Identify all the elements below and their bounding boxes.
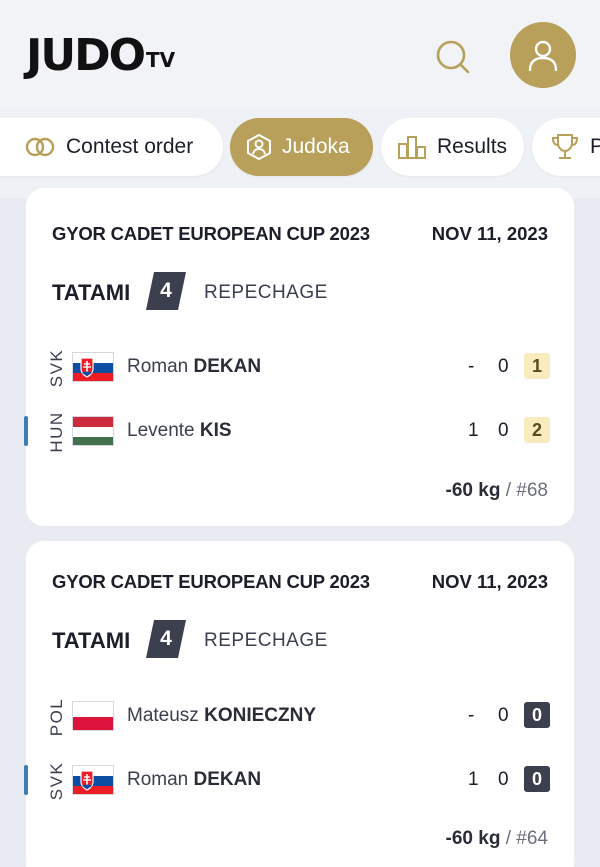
shido-badge: 1 xyxy=(524,353,550,379)
score-waza: 0 xyxy=(498,705,509,726)
tab-contest-order[interactable]: Contest order xyxy=(0,118,223,176)
event-name: GYOR CADET EUROPEAN CUP 2023 xyxy=(52,571,370,592)
contest-date: NOV 11, 2023 xyxy=(431,571,548,592)
rings-icon xyxy=(24,136,56,158)
weight-category: -60 kg / #68 xyxy=(445,480,548,501)
judoka-icon xyxy=(246,133,272,161)
tatami-label: TATAMI xyxy=(52,280,131,305)
tab-partial[interactable]: P xyxy=(532,118,600,176)
score-ippon: 1 xyxy=(468,420,479,441)
athlete-row: POL Mateusz KONIECZNY - 0 0 xyxy=(26,693,574,741)
contest-card[interactable]: GYOR CADET EUROPEAN CUP 2023 NOV 11, 202… xyxy=(24,541,574,867)
logo-text: JUDO xyxy=(26,30,146,81)
country-code: POL xyxy=(47,697,66,737)
tab-bar: Contest order Judoka Results P xyxy=(0,108,600,198)
athlete-row: SVK Roman DEKAN - 0 1 xyxy=(26,344,574,392)
tatami-number: 4 xyxy=(146,620,186,658)
round-label: REPECHAGE xyxy=(204,630,328,651)
tatami-label: TATAMI xyxy=(52,628,131,653)
contest-card[interactable]: GYOR CADET EUROPEAN CUP 2023 NOV 11, 202… xyxy=(24,188,574,526)
tab-judoka[interactable]: Judoka xyxy=(230,118,373,176)
score-ippon: - xyxy=(468,705,475,726)
score-ippon: - xyxy=(468,356,475,377)
winner-indicator xyxy=(24,416,28,446)
tatami-number: 4 xyxy=(146,272,186,310)
shido-badge: 0 xyxy=(524,766,550,792)
score-ippon: 1 xyxy=(468,769,479,790)
tab-label: Results xyxy=(437,135,508,158)
country-code: SVK xyxy=(47,348,66,388)
tab-label: Contest order xyxy=(66,135,194,158)
shido-badge: 0 xyxy=(524,702,550,728)
athlete-row-winner: HUN Levente KIS 1 0 2 xyxy=(24,408,574,456)
flag-pol-icon xyxy=(72,701,114,731)
search-icon xyxy=(436,40,470,74)
athlete-row-winner: SVK Roman DEKAN 1 0 0 xyxy=(24,757,574,805)
search-button[interactable] xyxy=(428,32,478,82)
contest-date: NOV 11, 2023 xyxy=(431,223,548,244)
tab-results[interactable]: Results xyxy=(381,118,524,176)
athlete-name[interactable]: Roman DEKAN xyxy=(127,769,261,791)
shido-badge: 2 xyxy=(524,417,550,443)
trophy-icon xyxy=(550,132,580,162)
app-header: JUDO TV xyxy=(0,0,600,108)
bar-chart-icon xyxy=(397,134,427,160)
judotv-logo[interactable]: JUDO TV xyxy=(26,30,175,82)
winner-indicator xyxy=(24,765,28,795)
flag-hun-icon xyxy=(72,416,114,446)
tab-label: P xyxy=(590,135,600,158)
country-code: HUN xyxy=(47,411,66,453)
user-icon xyxy=(528,40,558,72)
athlete-name[interactable]: Levente KIS xyxy=(127,420,232,442)
event-name: GYOR CADET EUROPEAN CUP 2023 xyxy=(52,223,370,244)
logo-tv-text: TV xyxy=(146,48,176,72)
score-waza: 0 xyxy=(498,769,509,790)
athlete-name[interactable]: Mateusz KONIECZNY xyxy=(127,705,316,727)
round-label: REPECHAGE xyxy=(204,282,328,303)
flag-svk-icon xyxy=(72,352,114,382)
weight-category: -60 kg / #64 xyxy=(445,828,548,849)
tab-label: Judoka xyxy=(282,135,350,158)
score-waza: 0 xyxy=(498,420,509,441)
profile-button[interactable] xyxy=(510,22,576,88)
score-waza: 0 xyxy=(498,356,509,377)
country-code: SVK xyxy=(47,761,66,801)
flag-svk-icon xyxy=(72,765,114,795)
athlete-name[interactable]: Roman DEKAN xyxy=(127,356,261,378)
